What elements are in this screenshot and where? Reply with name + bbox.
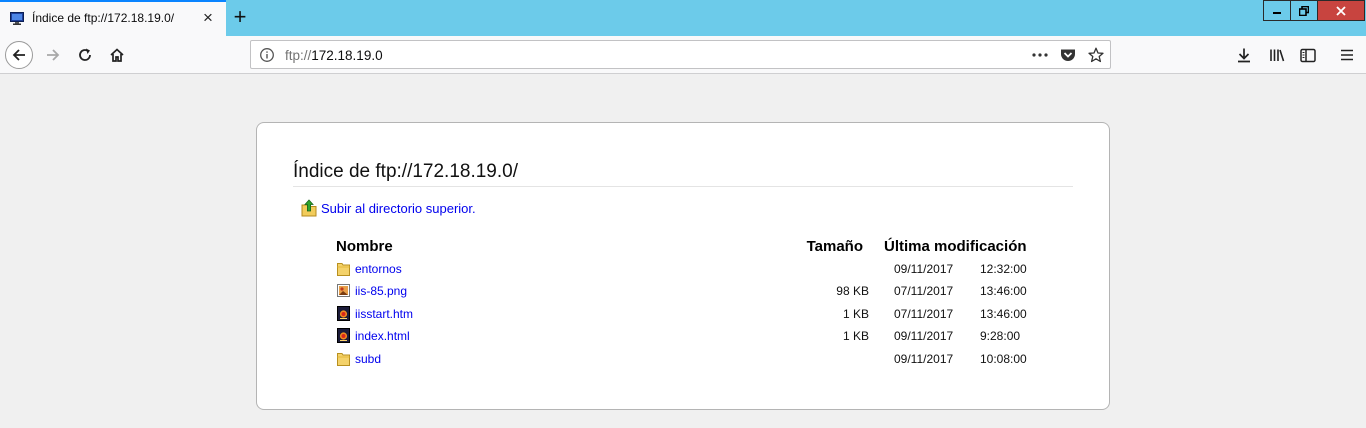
url-scheme: ftp:// xyxy=(285,48,312,63)
file-time: 13:46:00 xyxy=(980,284,1027,299)
library-button[interactable] xyxy=(1263,41,1291,69)
title-bar: Índice de ftp://172.18.19.0/ × + xyxy=(0,0,1366,36)
navigation-toolbar: ftp://172.18.19.0 xyxy=(0,36,1366,74)
table-row: subd 09/11/2017 10:08:00 xyxy=(257,349,1111,369)
page-actions-button[interactable] xyxy=(1031,47,1049,63)
file-size: 1 KB xyxy=(842,306,869,321)
pocket-button[interactable] xyxy=(1059,47,1077,63)
file-name-link[interactable]: entornos xyxy=(355,262,402,276)
file-name-link[interactable]: subd xyxy=(355,352,381,366)
html-file-icon xyxy=(337,328,350,344)
column-header-name[interactable]: Nombre xyxy=(336,238,393,255)
column-header-size[interactable]: Tamaño xyxy=(807,238,863,255)
back-button[interactable] xyxy=(5,41,33,69)
column-header-modified[interactable]: Última modificación xyxy=(884,238,1027,255)
up-directory-icon xyxy=(301,199,317,217)
tab-close-icon[interactable]: × xyxy=(200,9,216,27)
file-time: 9:28:00 xyxy=(980,329,1021,344)
file-size: 1 KB xyxy=(842,329,869,344)
reload-icon xyxy=(79,48,91,61)
arrow-left-icon xyxy=(12,49,25,61)
folder-file-icon xyxy=(337,352,350,366)
file-date: 09/11/2017 xyxy=(894,329,954,344)
url-host: 172.18.19.0 xyxy=(311,48,383,63)
table-row: iis-85.png 98 KB 07/11/2017 13:46:00 xyxy=(257,281,1111,301)
directory-listing: Índice de ftp://172.18.19.0/ Subir al di… xyxy=(256,122,1110,410)
arrow-right-icon xyxy=(47,49,60,61)
ftp-favicon-icon xyxy=(10,12,24,25)
pocket-icon xyxy=(1061,49,1075,61)
parent-directory-label[interactable]: Subir al directorio superior. xyxy=(321,201,476,216)
bookmark-star-button[interactable] xyxy=(1087,47,1105,63)
menu-button[interactable] xyxy=(1333,41,1361,69)
downloads-button[interactable] xyxy=(1230,41,1258,69)
file-time: 13:46:00 xyxy=(980,306,1027,321)
sidebar-button[interactable] xyxy=(1294,41,1322,69)
image-file-icon xyxy=(337,284,350,298)
sidebar-icon xyxy=(1300,48,1316,62)
restore-button[interactable] xyxy=(1290,0,1318,21)
file-size: 98 KB xyxy=(836,284,869,299)
file-name-link[interactable]: iisstart.htm xyxy=(355,307,413,321)
url-bar[interactable]: ftp://172.18.19.0 xyxy=(250,40,1111,69)
file-date: 07/11/2017 xyxy=(894,306,954,321)
library-icon xyxy=(1269,49,1284,62)
folder-file-icon xyxy=(337,263,350,276)
file-time: 10:08:00 xyxy=(980,351,1027,366)
file-time: 12:32:00 xyxy=(980,262,1027,276)
window-close-button[interactable] xyxy=(1317,0,1365,21)
home-button[interactable] xyxy=(103,41,131,69)
info-icon[interactable] xyxy=(259,47,275,63)
file-date: 07/11/2017 xyxy=(894,284,954,299)
forward-button[interactable] xyxy=(39,41,67,69)
url-text[interactable]: ftp://172.18.19.0 xyxy=(285,48,383,63)
star-icon xyxy=(1088,47,1104,63)
close-icon xyxy=(1336,5,1346,16)
table-row: iisstart.htm 1 KB 07/11/2017 13:46:00 xyxy=(257,304,1111,324)
file-date: 09/11/2017 xyxy=(894,351,954,366)
page-title: Índice de ftp://172.18.19.0/ xyxy=(293,161,1073,187)
minimize-icon xyxy=(1273,11,1281,14)
download-icon xyxy=(1238,48,1250,63)
hamburger-menu-icon xyxy=(1341,49,1353,61)
table-row: entornos 09/11/2017 12:32:00 xyxy=(257,259,1111,279)
table-row: index.html 1 KB 09/11/2017 9:28:00 xyxy=(257,326,1111,346)
new-tab-button[interactable]: + xyxy=(228,6,252,30)
restore-icon xyxy=(1299,5,1309,16)
ellipsis-icon xyxy=(1032,53,1048,57)
tab-title: Índice de ftp://172.18.19.0/ xyxy=(32,11,175,25)
file-name-link[interactable]: iis-85.png xyxy=(355,284,407,298)
file-name-link[interactable]: index.html xyxy=(355,329,410,343)
parent-directory-link[interactable]: Subir al directorio superior. xyxy=(301,199,476,217)
tab-active[interactable]: Índice de ftp://172.18.19.0/ × xyxy=(0,0,226,36)
home-icon xyxy=(110,48,124,62)
html-file-icon xyxy=(337,305,350,321)
file-date: 09/11/2017 xyxy=(894,262,954,276)
reload-button[interactable] xyxy=(71,41,99,69)
minimize-button[interactable] xyxy=(1263,0,1291,21)
